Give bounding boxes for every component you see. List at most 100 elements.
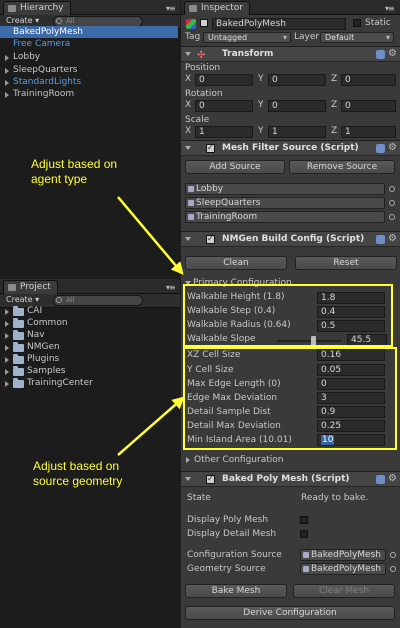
hierarchy-create-button[interactable]: Create ▾ xyxy=(6,16,39,25)
gear-icon[interactable]: ⚙ xyxy=(388,48,397,59)
transform-header[interactable]: ✣ Transform ⚙ xyxy=(181,46,400,62)
collapse-arrow-icon[interactable] xyxy=(185,52,191,56)
source-label: Lobby xyxy=(196,184,224,194)
project-search-input[interactable]: All xyxy=(53,295,143,306)
expand-arrow-icon[interactable] xyxy=(5,333,9,339)
component-enabled-checkbox[interactable] xyxy=(206,474,215,484)
inspector-menu-icon[interactable]: ▾≡ xyxy=(385,4,395,13)
rotation-label: Rotation xyxy=(185,89,223,99)
position-y-field[interactable]: 0 xyxy=(268,74,326,86)
object-picker-icon[interactable] xyxy=(389,214,395,220)
expand-arrow-icon[interactable] xyxy=(5,381,9,387)
hierarchy-item-label: TrainingRoom xyxy=(13,89,75,99)
agent-settings-highlight xyxy=(183,284,393,347)
inspector-tab-icon xyxy=(189,5,197,12)
other-config-arrow-icon[interactable] xyxy=(186,457,190,463)
geometry-source-field[interactable]: BakedPolyMesh xyxy=(300,563,386,575)
baked-mesh-header[interactable]: Baked Poly Mesh (Script) ⚙ xyxy=(181,471,400,487)
active-checkbox[interactable] xyxy=(200,19,208,27)
project-folder-trainingcenter[interactable]: TrainingCenter xyxy=(0,378,93,389)
collapse-arrow-icon[interactable] xyxy=(185,477,191,481)
object-picker-icon[interactable] xyxy=(390,566,396,572)
inspector-tabbar: Inspector ▾≡ xyxy=(181,0,400,15)
display-poly-checkbox[interactable] xyxy=(300,516,308,524)
reset-button[interactable]: Reset xyxy=(295,256,397,270)
rotation-z-field[interactable]: 0 xyxy=(341,100,396,112)
component-enabled-checkbox[interactable] xyxy=(206,143,215,153)
add-source-button[interactable]: Add Source xyxy=(185,160,285,174)
scale-z-field[interactable]: 1 xyxy=(341,126,396,138)
scale-y-field[interactable]: 1 xyxy=(268,126,326,138)
project-folder-common[interactable]: Common xyxy=(0,318,68,329)
hierarchy-item-label: StandardLights xyxy=(13,77,82,87)
project-folder-nmgen[interactable]: NMGen xyxy=(0,342,60,353)
help-book-icon[interactable] xyxy=(376,50,385,59)
tab-project[interactable]: Project xyxy=(3,280,58,294)
project-folder-nav[interactable]: Nav xyxy=(0,330,45,341)
source-field-lobby[interactable]: Lobby xyxy=(185,183,385,195)
expand-arrow-icon[interactable] xyxy=(5,55,9,61)
object-name-field[interactable]: BakedPolyMesh xyxy=(212,18,346,30)
derive-configuration-button[interactable]: Derive Configuration xyxy=(185,606,395,620)
expand-arrow-icon[interactable] xyxy=(5,345,9,351)
object-picker-icon[interactable] xyxy=(389,186,395,192)
gear-icon[interactable]: ⚙ xyxy=(388,473,397,484)
help-book-icon[interactable] xyxy=(376,235,385,244)
other-config-label[interactable]: Other Configuration xyxy=(194,455,283,465)
baked-mesh-title: Baked Poly Mesh (Script) xyxy=(222,474,350,484)
geometry-settings-highlight xyxy=(183,347,397,450)
source-field-sleepquarters[interactable]: SleepQuarters xyxy=(185,197,385,209)
bake-mesh-button[interactable]: Bake Mesh xyxy=(185,584,287,598)
collapse-arrow-icon[interactable] xyxy=(185,146,191,150)
static-checkbox[interactable] xyxy=(353,19,361,27)
search-icon xyxy=(56,297,62,303)
project-folder-label: Plugins xyxy=(27,354,60,364)
remove-source-button[interactable]: Remove Source xyxy=(289,160,395,174)
collapse-arrow-icon[interactable] xyxy=(185,237,191,241)
expand-arrow-icon[interactable] xyxy=(5,309,9,315)
expand-arrow-icon[interactable] xyxy=(5,80,9,86)
display-detail-checkbox[interactable] xyxy=(300,530,308,538)
expand-arrow-icon[interactable] xyxy=(5,321,9,327)
project-folder-cai[interactable]: CAI xyxy=(0,306,42,317)
clear-mesh-button[interactable]: Clear Mesh xyxy=(293,584,395,598)
component-enabled-checkbox[interactable] xyxy=(206,234,215,244)
hierarchy-item-trainingroom[interactable]: TrainingRoom xyxy=(0,88,178,100)
position-x-field[interactable]: 0 xyxy=(195,74,253,86)
rotation-z-label: Z xyxy=(331,100,338,110)
hierarchy-item-bakedpolymesh[interactable]: BakedPolyMesh xyxy=(0,26,178,38)
source-field-trainingroom[interactable]: TrainingRoom xyxy=(185,211,385,223)
project-folder-label: TrainingCenter xyxy=(27,378,93,388)
help-book-icon[interactable] xyxy=(376,475,385,484)
expand-arrow-icon[interactable] xyxy=(5,92,9,98)
project-menu-icon[interactable]: ▾≡ xyxy=(166,283,176,292)
hierarchy-menu-icon[interactable]: ▾≡ xyxy=(166,4,176,13)
expand-arrow-icon[interactable] xyxy=(5,369,9,375)
layer-dropdown[interactable]: Default xyxy=(320,32,394,43)
build-config-header[interactable]: NMGen Build Config (Script) ⚙ xyxy=(181,231,400,247)
help-book-icon[interactable] xyxy=(376,144,385,153)
clean-button[interactable]: Clean xyxy=(185,256,287,270)
hierarchy-item-sleepquarters[interactable]: SleepQuarters xyxy=(0,64,178,76)
project-folder-plugins[interactable]: Plugins xyxy=(0,354,59,365)
position-z-field[interactable]: 0 xyxy=(341,74,396,86)
object-picker-icon[interactable] xyxy=(390,552,396,558)
gear-icon[interactable]: ⚙ xyxy=(388,142,397,153)
rotation-y-field[interactable]: 0 xyxy=(268,100,326,112)
project-create-button[interactable]: Create ▾ xyxy=(6,295,39,304)
rotation-x-field[interactable]: 0 xyxy=(195,100,253,112)
hierarchy-item-free-camera[interactable]: Free Camera xyxy=(0,38,178,50)
mesh-filter-header[interactable]: Mesh Filter Source (Script) ⚙ xyxy=(181,140,400,156)
expand-arrow-icon[interactable] xyxy=(5,68,9,74)
hierarchy-item-standardlights[interactable]: StandardLights xyxy=(0,76,178,88)
gear-icon[interactable]: ⚙ xyxy=(388,233,397,244)
object-picker-icon[interactable] xyxy=(389,200,395,206)
tab-hierarchy[interactable]: Hierarchy xyxy=(3,1,71,15)
scale-x-field[interactable]: 1 xyxy=(195,126,253,138)
tag-dropdown[interactable]: Untagged xyxy=(203,32,291,43)
config-source-field[interactable]: BakedPolyMesh xyxy=(300,549,386,561)
project-folder-samples[interactable]: Samples xyxy=(0,366,65,377)
tab-inspector[interactable]: Inspector xyxy=(184,1,250,15)
expand-arrow-icon[interactable] xyxy=(5,357,9,363)
hierarchy-item-lobby[interactable]: Lobby xyxy=(0,51,178,63)
